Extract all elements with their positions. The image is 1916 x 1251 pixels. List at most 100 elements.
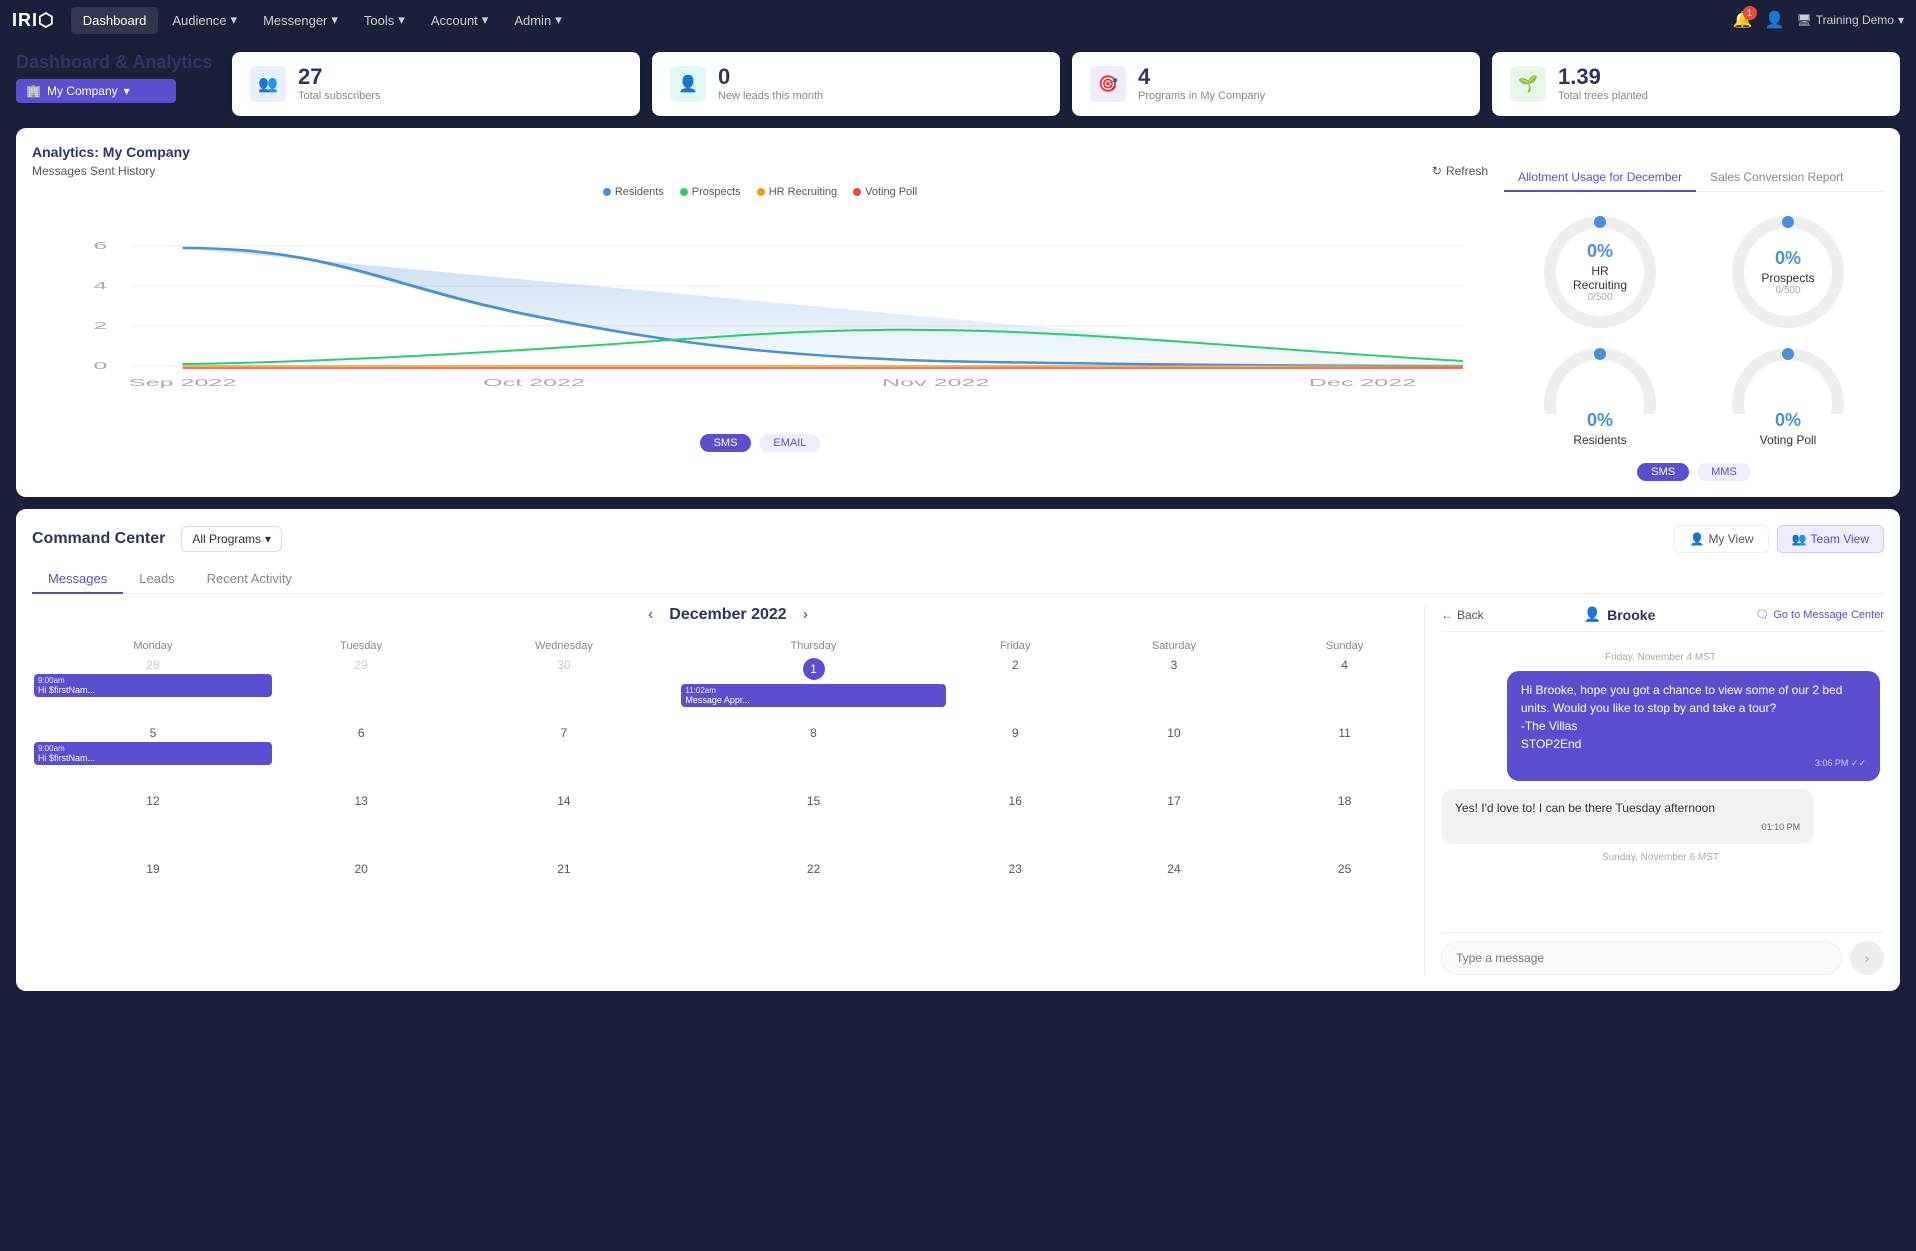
nav-items: Dashboard Audience ▾ Messenger ▾ Tools ▾… bbox=[71, 6, 1733, 34]
calendar-event[interactable]: 9:00amHi $firstNam... bbox=[34, 674, 272, 697]
calendar-day[interactable]: 13 bbox=[274, 792, 449, 860]
chart-legend: Residents Prospects HR Recruiting Voting… bbox=[32, 186, 1488, 198]
nav-dashboard[interactable]: Dashboard bbox=[71, 7, 159, 34]
calendar-day[interactable]: 23 bbox=[948, 860, 1083, 928]
nav-account[interactable]: Account ▾ bbox=[419, 6, 501, 34]
date-separator-1: Friday, November 4 MST bbox=[1441, 652, 1880, 663]
nav-tools[interactable]: Tools ▾ bbox=[352, 6, 417, 34]
user-avatar-icon[interactable]: 👤 bbox=[1765, 10, 1785, 30]
subscribers-count: 27 bbox=[298, 66, 381, 88]
calendar-day[interactable]: 17 bbox=[1083, 792, 1265, 860]
logo[interactable]: IRI⬡ bbox=[12, 10, 55, 31]
calendar-month: December 2022 bbox=[669, 606, 786, 624]
calendar-event[interactable]: 11:02amMessage Appr... bbox=[681, 684, 945, 707]
calendar-nav: ‹ December 2022 › bbox=[32, 606, 1424, 624]
team-view-button[interactable]: 👥 Team View bbox=[1777, 525, 1884, 553]
tab-leads[interactable]: Leads bbox=[123, 565, 190, 594]
chat-time-recv: 01:10 PM bbox=[1455, 821, 1800, 835]
calendar-day[interactable]: 20 bbox=[274, 860, 449, 928]
col-friday: Friday bbox=[948, 636, 1083, 656]
chat-header: ← Back 👤 Brooke 🗨 Go to Message Center bbox=[1441, 606, 1884, 632]
tab-messages[interactable]: Messages bbox=[32, 565, 123, 594]
calendar-day[interactable]: 111:02amMessage Appr... bbox=[679, 656, 947, 724]
col-wednesday: Wednesday bbox=[448, 636, 679, 656]
go-to-message-center[interactable]: 🗨 Go to Message Center bbox=[1755, 608, 1884, 621]
donut-hr-label: 0% HR Recruiting 0/500 bbox=[1570, 241, 1630, 303]
calendar-day[interactable]: 25 bbox=[1265, 860, 1424, 928]
donut-residents-label: 0% Residents bbox=[1573, 410, 1626, 447]
nav-admin[interactable]: Admin ▾ bbox=[502, 6, 573, 34]
calendar-day[interactable]: 16 bbox=[948, 792, 1083, 860]
analytics-title: Analytics: My Company bbox=[32, 144, 1884, 160]
chevron-down-icon: ▾ bbox=[1898, 13, 1904, 27]
nav-right: 🔔 1 👤 🖥 Training Demo ▾ bbox=[1733, 10, 1904, 30]
chevron-down-icon: ▾ bbox=[124, 84, 130, 98]
next-month-button[interactable]: › bbox=[803, 606, 808, 624]
calendar-day[interactable]: 19 bbox=[32, 860, 274, 928]
calendar-day[interactable]: 15 bbox=[679, 792, 947, 860]
tab-allotment[interactable]: Allotment Usage for December bbox=[1504, 164, 1696, 192]
calendar-day[interactable]: 30 bbox=[448, 656, 679, 724]
calendar-day[interactable]: 14 bbox=[448, 792, 679, 860]
calendar-day[interactable]: 289:00amHi $firstNam... bbox=[32, 656, 274, 724]
tab-recent-activity[interactable]: Recent Activity bbox=[191, 565, 308, 594]
sms-button[interactable]: SMS bbox=[700, 434, 752, 452]
svg-text:2: 2 bbox=[93, 321, 107, 332]
dashboard-title: Dashboard & Analytics bbox=[16, 52, 216, 73]
programs-label: Programs in My Company bbox=[1138, 90, 1265, 102]
calendar-day[interactable]: 59:00amHi $firstNam... bbox=[32, 724, 274, 792]
nav-messenger[interactable]: Messenger ▾ bbox=[251, 6, 350, 34]
col-monday: Monday bbox=[32, 636, 274, 656]
calendar-day[interactable]: 9 bbox=[948, 724, 1083, 792]
donut-hr-wrap: 0% HR Recruiting 0/500 bbox=[1540, 212, 1660, 332]
company-select-button[interactable]: 🏢 My Company ▾ bbox=[16, 79, 176, 103]
trees-label: Total trees planted bbox=[1558, 90, 1648, 102]
calendar-day[interactable]: 7 bbox=[448, 724, 679, 792]
legend-dot-hr bbox=[757, 188, 765, 196]
donut-residents: 0% Residents bbox=[1512, 344, 1688, 447]
svg-text:6: 6 bbox=[93, 241, 107, 252]
refresh-button[interactable]: ↻ Refresh bbox=[1432, 164, 1488, 178]
stat-card-trees: 🌱 1.39 Total trees planted bbox=[1492, 52, 1900, 116]
person-icon: 👤 bbox=[1689, 532, 1704, 546]
my-view-button[interactable]: 👤 My View bbox=[1674, 525, 1768, 553]
back-button[interactable]: ← Back bbox=[1441, 608, 1484, 622]
sms-allotment-button[interactable]: SMS bbox=[1637, 463, 1689, 481]
calendar-day[interactable]: 4 bbox=[1265, 656, 1424, 724]
email-button[interactable]: EMAIL bbox=[759, 434, 820, 452]
calendar-day[interactable]: 12 bbox=[32, 792, 274, 860]
all-programs-select[interactable]: All Programs ▾ bbox=[181, 526, 282, 552]
chart-header: Messages Sent History ↻ Refresh bbox=[32, 164, 1488, 178]
calendar-day[interactable]: 24 bbox=[1083, 860, 1265, 928]
calendar-day[interactable]: 6 bbox=[274, 724, 449, 792]
chat-input[interactable] bbox=[1441, 941, 1842, 975]
chat-text-recv: Yes! I'd love to! I can be there Tuesday… bbox=[1455, 799, 1800, 817]
line-chart: 0 2 4 6 Sep 2022 Oct 2022 Nov 2022 Dec 2… bbox=[32, 206, 1488, 426]
calendar-day[interactable]: 8 bbox=[679, 724, 947, 792]
chevron-down-icon: ▾ bbox=[555, 12, 562, 28]
prev-month-button[interactable]: ‹ bbox=[648, 606, 653, 624]
calendar-day[interactable]: 11 bbox=[1265, 724, 1424, 792]
donut-hr-recruiting: 0% HR Recruiting 0/500 bbox=[1512, 212, 1688, 332]
nav-audience[interactable]: Audience ▾ bbox=[160, 6, 249, 34]
calendar-day[interactable]: 2 bbox=[948, 656, 1083, 724]
col-tuesday: Tuesday bbox=[274, 636, 449, 656]
notification-bell[interactable]: 🔔 1 bbox=[1733, 10, 1753, 30]
calendar-day[interactable]: 3 bbox=[1083, 656, 1265, 724]
mms-allotment-button[interactable]: MMS bbox=[1697, 463, 1751, 481]
tab-sales[interactable]: Sales Conversion Report bbox=[1696, 164, 1857, 192]
chat-send-button[interactable]: › bbox=[1850, 941, 1884, 975]
trees-icon: 🌱 bbox=[1510, 66, 1546, 102]
calendar-event[interactable]: 9:00amHi $firstNam... bbox=[34, 742, 272, 765]
chat-user-name: 👤 Brooke bbox=[1584, 606, 1656, 623]
calendar-area: ‹ December 2022 › Monday Tuesday Wednesd… bbox=[32, 606, 1424, 975]
calendar-day[interactable]: 10 bbox=[1083, 724, 1265, 792]
training-demo-label[interactable]: 🖥 Training Demo ▾ bbox=[1796, 13, 1904, 27]
donut-prospects-label: 0% Prospects 0/500 bbox=[1761, 248, 1814, 296]
calendar-day[interactable]: 21 bbox=[448, 860, 679, 928]
legend-dot-prospects bbox=[680, 188, 688, 196]
calendar-day[interactable]: 18 bbox=[1265, 792, 1424, 860]
chat-time-sent: 3:06 PM ✓✓ bbox=[1521, 757, 1866, 771]
calendar-day[interactable]: 29 bbox=[274, 656, 449, 724]
calendar-day[interactable]: 22 bbox=[679, 860, 947, 928]
